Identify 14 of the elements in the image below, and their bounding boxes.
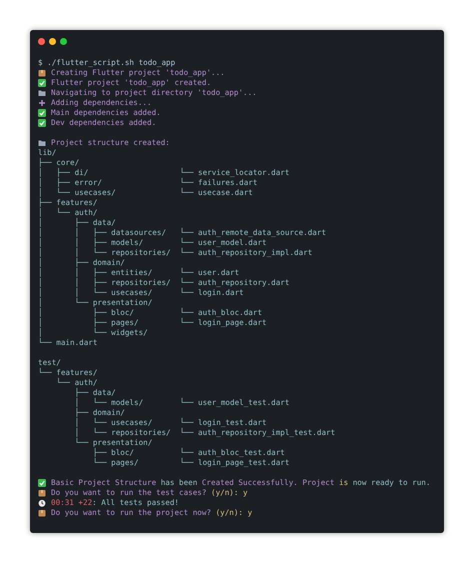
window-close-button[interactable] xyxy=(38,38,45,45)
package-icon xyxy=(38,69,46,77)
plus-icon xyxy=(38,99,46,107)
check-icon xyxy=(38,119,46,127)
check-icon xyxy=(38,109,46,117)
timer-icon xyxy=(38,499,46,507)
folder-icon xyxy=(38,139,46,147)
window-maximize-button[interactable] xyxy=(60,38,67,45)
package-icon xyxy=(38,489,46,497)
check-icon xyxy=(38,79,46,87)
folder-icon xyxy=(38,89,46,97)
check-icon xyxy=(38,479,46,487)
package-icon xyxy=(38,509,46,517)
window-minimize-button[interactable] xyxy=(49,38,56,45)
